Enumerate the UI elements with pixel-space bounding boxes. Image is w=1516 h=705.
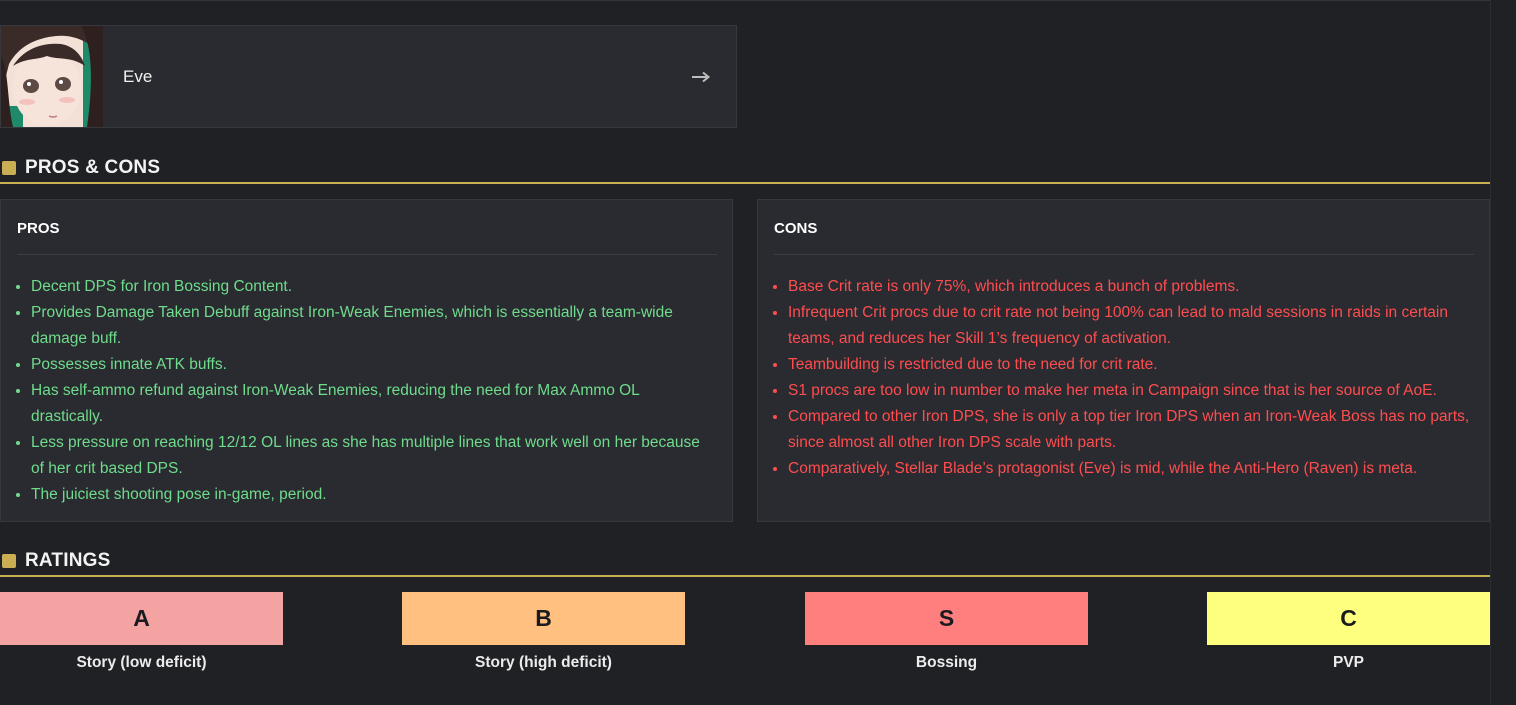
rating-label: PVP xyxy=(1332,654,1364,671)
cons-divider xyxy=(774,254,1474,255)
heading-square-icon xyxy=(2,554,16,568)
rating-grade-box: A xyxy=(0,592,283,645)
pros-item: Less pressure on reaching 12/12 OL lines… xyxy=(31,430,703,482)
pros-cons-title: PROS & CONS xyxy=(25,157,161,178)
arrow-right-icon xyxy=(692,71,711,82)
pros-title: PROS xyxy=(17,220,60,237)
rating-pvp: C PVP xyxy=(1207,592,1490,672)
pros-item: Provides Damage Taken Debuff against Iro… xyxy=(31,300,703,352)
pros-item: Decent DPS for Iron Bossing Content. xyxy=(31,274,703,300)
ratings-heading: RATINGS xyxy=(0,547,1490,577)
heading-square-icon xyxy=(2,161,16,175)
rating-bossing: S Bossing xyxy=(805,592,1088,672)
cons-panel: CONS Base Crit rate is only 75%, which i… xyxy=(757,199,1490,522)
pros-divider xyxy=(17,254,717,255)
cons-item: Base Crit rate is only 75%, which introd… xyxy=(788,274,1470,300)
cons-item: Comparatively, Stellar Blade’s protagoni… xyxy=(788,456,1470,482)
pros-item: The juiciest shooting pose in-game, peri… xyxy=(31,482,703,508)
right-divider xyxy=(1490,0,1491,705)
rating-grade-box: S xyxy=(805,592,1088,645)
character-name: Eve xyxy=(123,66,153,86)
cons-item: S1 procs are too low in number to make h… xyxy=(788,378,1470,404)
pros-list: Decent DPS for Iron Bossing Content. Pro… xyxy=(13,274,703,508)
pros-item: Has self-ammo refund against Iron-Weak E… xyxy=(31,378,703,430)
pros-cons-heading: PROS & CONS xyxy=(0,154,1490,184)
cons-list: Base Crit rate is only 75%, which introd… xyxy=(770,274,1470,482)
rating-label: Story (high deficit) xyxy=(475,654,612,671)
cons-title: CONS xyxy=(774,220,818,237)
rating-label: Bossing xyxy=(915,654,978,671)
rating-story-high-deficit: B Story (high deficit) xyxy=(402,592,685,672)
rating-label: Story (low deficit) xyxy=(76,654,207,671)
cons-item: Compared to other Iron DPS, she is only … xyxy=(788,404,1470,456)
cons-item: Infrequent Crit procs due to crit rate n… xyxy=(788,300,1470,352)
character-avatar xyxy=(1,26,103,127)
character-card-eve[interactable]: Eve xyxy=(0,25,737,128)
rating-story-low-deficit: A Story (low deficit) xyxy=(0,592,283,672)
cons-item: Teambuilding is restricted due to the ne… xyxy=(788,352,1470,378)
rating-grade-box: C xyxy=(1207,592,1490,645)
pros-item: Possesses innate ATK buffs. xyxy=(31,352,703,378)
ratings-title: RATINGS xyxy=(25,550,111,571)
pros-panel: PROS Decent DPS for Iron Bossing Content… xyxy=(0,199,733,522)
rating-grade-box: B xyxy=(402,592,685,645)
top-divider xyxy=(0,0,1490,1)
